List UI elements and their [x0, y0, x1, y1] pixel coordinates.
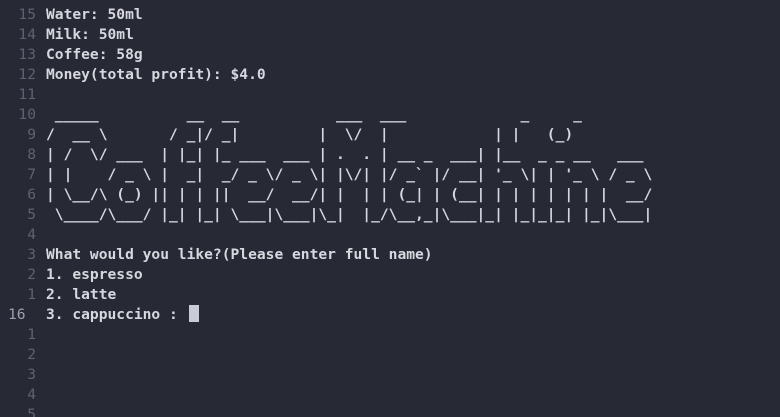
- line-number: 6: [27, 186, 36, 203]
- line-number: 16: [8, 306, 26, 323]
- line-number: 3: [27, 366, 36, 383]
- terminal-text: Water: 50ml: [46, 6, 143, 23]
- line-number: 4: [27, 386, 36, 403]
- terminal-text: Money(total profit): $4.0: [46, 66, 266, 83]
- ascii-art-line: \____/\___/ |_| |_| \___|\___|\_| |_/\__…: [46, 206, 653, 223]
- line-number: 8: [27, 146, 36, 163]
- terminal-line: 13 Coffee: 58g: [0, 45, 143, 65]
- terminal-line: 16 3. cappuccino :: [0, 305, 199, 325]
- terminal-window[interactable]: 15 Water: 50ml 14 Milk: 50ml 13 Coffee: 58g 12…: [0, 0, 780, 417]
- ascii-art-line: | \__/\ (_) || | | || __/ __/| | | | (_|…: [46, 186, 653, 203]
- line-number: 10: [18, 106, 36, 123]
- terminal-line: 1 2. latte: [0, 285, 116, 305]
- terminal-line: 7 | | / _ \ | _| _/ _ \/ _ \| |\/| |/ _` …: [0, 165, 652, 185]
- line-number: 11: [18, 86, 36, 103]
- ascii-art-line: _____ __ __ ___ ___ _ _: [46, 106, 582, 123]
- terminal-text: Milk: 50ml: [46, 26, 134, 43]
- terminal-line: 1: [0, 325, 46, 345]
- line-number: 1: [27, 326, 36, 343]
- terminal-line: 12 Money(total profit): $4.0: [0, 65, 266, 85]
- ascii-art-line: / __ \ / _|/ _| | \/ | | | (_): [46, 126, 574, 143]
- line-number: 2: [27, 346, 36, 363]
- terminal-line: 14 Milk: 50ml: [0, 25, 134, 45]
- text-cursor[interactable]: [188, 305, 199, 322]
- line-number: 3: [27, 246, 36, 263]
- terminal-line: 3 What would you like?(Please enter full …: [0, 245, 433, 265]
- line-number: 13: [18, 46, 36, 63]
- terminal-line: 4: [0, 385, 46, 405]
- line-number: 15: [18, 6, 36, 23]
- terminal-line: 10 _____ __ __ ___ ___ _ _: [0, 105, 582, 125]
- line-number: 5: [27, 206, 36, 223]
- terminal-line: 8 | / \/ ___ | |_| |_ ___ ___ | . . | __ …: [0, 145, 643, 165]
- terminal-text: Coffee: 58g: [46, 46, 143, 63]
- terminal-line: 5: [0, 405, 46, 417]
- terminal-text: 1. espresso: [46, 266, 143, 283]
- terminal-line: 2: [0, 345, 46, 365]
- terminal-text: 2. latte: [46, 286, 117, 303]
- terminal-line: 9 / __ \ / _|/ _| | \/ | | | (_): [0, 125, 573, 145]
- terminal-text: What would you like?(Please enter full n…: [46, 246, 433, 263]
- terminal-line: 5 \____/\___/ |_| |_| \___|\___|\_| |_/\…: [0, 205, 652, 225]
- terminal-line: 15 Water: 50ml: [0, 5, 143, 25]
- terminal-line: 11: [0, 85, 46, 105]
- terminal-line: 6 | \__/\ (_) || | | || __/ __/| | | | (_…: [0, 185, 652, 205]
- line-number: 5: [27, 406, 36, 417]
- line-number: 9: [27, 126, 36, 143]
- terminal-line: 3: [0, 365, 46, 385]
- terminal-line: 2 1. espresso: [0, 265, 143, 285]
- ascii-art-line: | | / _ \ | _| _/ _ \/ _ \| |\/| |/ _` |…: [46, 166, 653, 183]
- line-number: 7: [27, 166, 36, 183]
- line-number: 12: [18, 66, 36, 83]
- line-number: 1: [27, 286, 36, 303]
- line-number: 2: [27, 266, 36, 283]
- line-number: 4: [27, 226, 36, 243]
- ascii-art-line: | / \/ ___ | |_| |_ ___ ___ | . . | __ _…: [46, 146, 644, 163]
- terminal-line: 4: [0, 225, 46, 245]
- terminal-text: 3. cappuccino :: [46, 306, 187, 323]
- line-number: 14: [18, 26, 36, 43]
